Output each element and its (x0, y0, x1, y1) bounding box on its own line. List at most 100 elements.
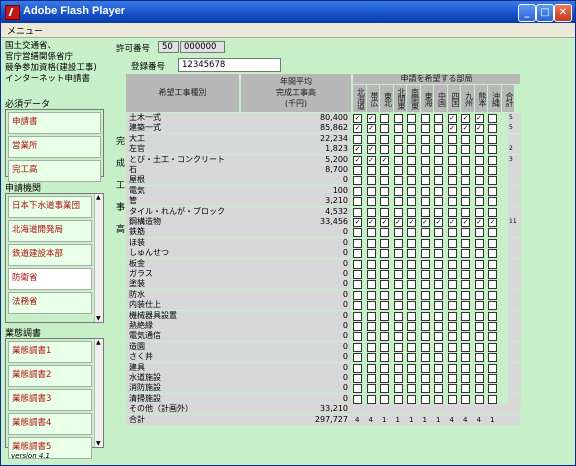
region-checkbox[interactable] (353, 238, 362, 248)
region-checkbox[interactable] (353, 280, 362, 290)
region-checkbox[interactable] (434, 342, 443, 352)
region-checkbox[interactable] (447, 238, 457, 248)
region-checkbox[interactable] (447, 394, 457, 404)
region-checkbox[interactable] (380, 228, 389, 238)
region-checkbox[interactable] (393, 363, 403, 373)
region-checkbox[interactable] (380, 394, 389, 404)
region-checkbox[interactable]: ✓ (353, 114, 362, 123)
region-checkbox[interactable] (461, 322, 470, 331)
region-checkbox[interactable] (447, 134, 457, 144)
region-checkbox[interactable] (447, 145, 457, 155)
region-checkbox[interactable] (380, 311, 389, 321)
region-checkbox[interactable] (393, 311, 403, 321)
region-checkbox[interactable] (393, 394, 403, 404)
region-checkbox[interactable] (366, 332, 376, 342)
agency-item[interactable]: 日本下水道事業団 (8, 196, 92, 218)
region-checkbox[interactable] (474, 280, 484, 290)
region-checkbox[interactable] (380, 114, 389, 123)
region-checkbox[interactable] (447, 176, 457, 186)
region-checkbox[interactable] (447, 186, 457, 196)
region-checkbox[interactable] (461, 155, 470, 165)
region-checkbox[interactable] (407, 290, 416, 300)
region-checkbox[interactable] (407, 249, 416, 259)
region-checkbox[interactable] (474, 186, 484, 196)
region-checkbox[interactable] (461, 134, 470, 144)
region-checkbox[interactable] (366, 342, 376, 352)
region-checkbox[interactable] (488, 322, 497, 331)
region-checkbox[interactable] (380, 270, 389, 279)
region-checkbox[interactable] (366, 249, 376, 259)
region-checkbox[interactable] (366, 238, 376, 248)
region-checkbox[interactable] (393, 270, 403, 279)
required-data-item[interactable]: 完工高 (8, 160, 101, 182)
region-checkbox[interactable] (488, 280, 497, 290)
region-checkbox[interactable] (488, 207, 497, 217)
region-checkbox[interactable] (420, 124, 430, 134)
region-checkbox[interactable] (380, 207, 389, 217)
region-checkbox[interactable]: ✓ (353, 124, 362, 134)
region-checkbox[interactable] (353, 301, 362, 311)
region-checkbox[interactable] (474, 207, 484, 217)
region-checkbox[interactable] (488, 311, 497, 321)
region-checkbox[interactable] (366, 176, 376, 186)
region-checkbox[interactable] (366, 290, 376, 300)
region-checkbox[interactable] (474, 322, 484, 331)
region-checkbox[interactable] (434, 114, 443, 123)
region-checkbox[interactable] (434, 280, 443, 290)
region-checkbox[interactable] (434, 166, 443, 175)
region-checkbox[interactable] (488, 238, 497, 248)
region-checkbox[interactable] (488, 363, 497, 373)
region-checkbox[interactable] (461, 186, 470, 196)
region-checkbox[interactable] (474, 394, 484, 404)
region-checkbox[interactable] (420, 166, 430, 175)
region-checkbox[interactable]: ✓ (461, 124, 470, 134)
menu-item[interactable]: メニュー (7, 24, 43, 37)
region-checkbox[interactable] (474, 176, 484, 186)
region-checkbox[interactable] (407, 114, 416, 123)
region-checkbox[interactable] (420, 207, 430, 217)
region-checkbox[interactable]: ✓ (474, 124, 484, 134)
region-checkbox[interactable] (420, 322, 430, 331)
region-checkbox[interactable] (380, 290, 389, 300)
region-checkbox[interactable] (353, 176, 362, 186)
region-checkbox[interactable] (461, 197, 470, 207)
region-checkbox[interactable]: ✓ (366, 114, 376, 123)
region-checkbox[interactable]: ✓ (366, 218, 376, 227)
region-checkbox[interactable] (407, 259, 416, 269)
region-checkbox[interactable] (461, 207, 470, 217)
region-checkbox[interactable] (434, 145, 443, 155)
region-checkbox[interactable] (461, 363, 470, 373)
region-checkbox[interactable] (353, 270, 362, 279)
region-checkbox[interactable] (407, 384, 416, 394)
region-checkbox[interactable] (434, 374, 443, 383)
region-checkbox[interactable] (420, 384, 430, 394)
region-checkbox[interactable] (420, 176, 430, 186)
region-checkbox[interactable] (461, 145, 470, 155)
region-checkbox[interactable] (488, 134, 497, 144)
region-checkbox[interactable] (447, 363, 457, 373)
region-checkbox[interactable] (407, 207, 416, 217)
region-checkbox[interactable] (447, 342, 457, 352)
region-checkbox[interactable] (447, 155, 457, 165)
required-data-item[interactable]: 申請書 (8, 112, 101, 134)
region-checkbox[interactable] (434, 311, 443, 321)
region-checkbox[interactable] (353, 363, 362, 373)
region-checkbox[interactable] (447, 166, 457, 175)
region-checkbox[interactable] (461, 290, 470, 300)
region-checkbox[interactable] (434, 384, 443, 394)
region-checkbox[interactable] (474, 290, 484, 300)
region-checkbox[interactable]: ✓ (353, 218, 362, 227)
region-checkbox[interactable] (380, 332, 389, 342)
region-checkbox[interactable] (407, 301, 416, 311)
region-checkbox[interactable] (366, 353, 376, 363)
region-checkbox[interactable] (393, 322, 403, 331)
region-checkbox[interactable] (461, 353, 470, 363)
region-checkbox[interactable] (380, 384, 389, 394)
region-checkbox[interactable] (407, 166, 416, 175)
region-checkbox[interactable] (353, 384, 362, 394)
region-checkbox[interactable] (353, 332, 362, 342)
region-checkbox[interactable] (407, 353, 416, 363)
region-checkbox[interactable] (393, 207, 403, 217)
business-form-item[interactable]: 業態調書2 (8, 365, 92, 387)
region-checkbox[interactable] (407, 186, 416, 196)
